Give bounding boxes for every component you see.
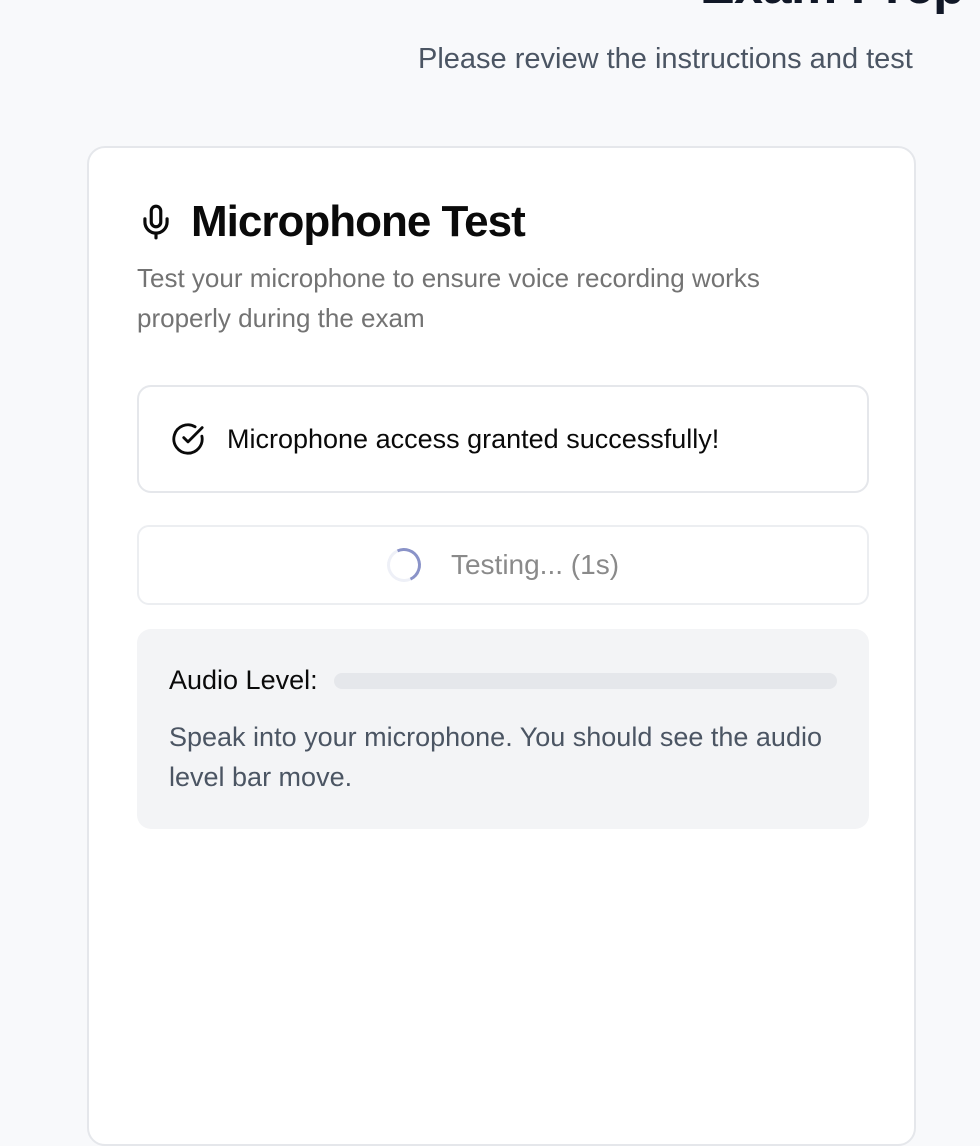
card-description: Test your microphone to ensure voice rec… — [137, 263, 760, 333]
test-button-label: Testing... (1s) — [450, 549, 620, 580]
check-circle-icon — [171, 422, 205, 456]
card-header: Microphone Test — [137, 196, 526, 248]
audio-level-bar — [333, 672, 837, 689]
audio-level-panel: Audio Level: Speak into your microphone.… — [137, 629, 869, 829]
test-microphone-button[interactable]: Testing... (1s) — [137, 525, 869, 605]
status-alert: Microphone access granted successfully! — [137, 385, 869, 493]
page-subtitle: Please review the instructions and test — [418, 43, 913, 75]
loading-spinner-icon — [382, 543, 426, 587]
page-title: Exam Prep — [700, 0, 965, 16]
microphone-test-card: Microphone Test Test your microphone to … — [87, 146, 916, 1146]
microphone-icon — [137, 201, 175, 243]
audio-level-hint: Speak into your microphone. You should s… — [169, 722, 822, 792]
status-message: Microphone access granted successfully! — [227, 423, 720, 454]
audio-level-label: Audio Level: — [169, 665, 318, 695]
audio-level-row: Audio Level: — [169, 665, 837, 696]
card-title: Microphone Test — [191, 197, 526, 246]
